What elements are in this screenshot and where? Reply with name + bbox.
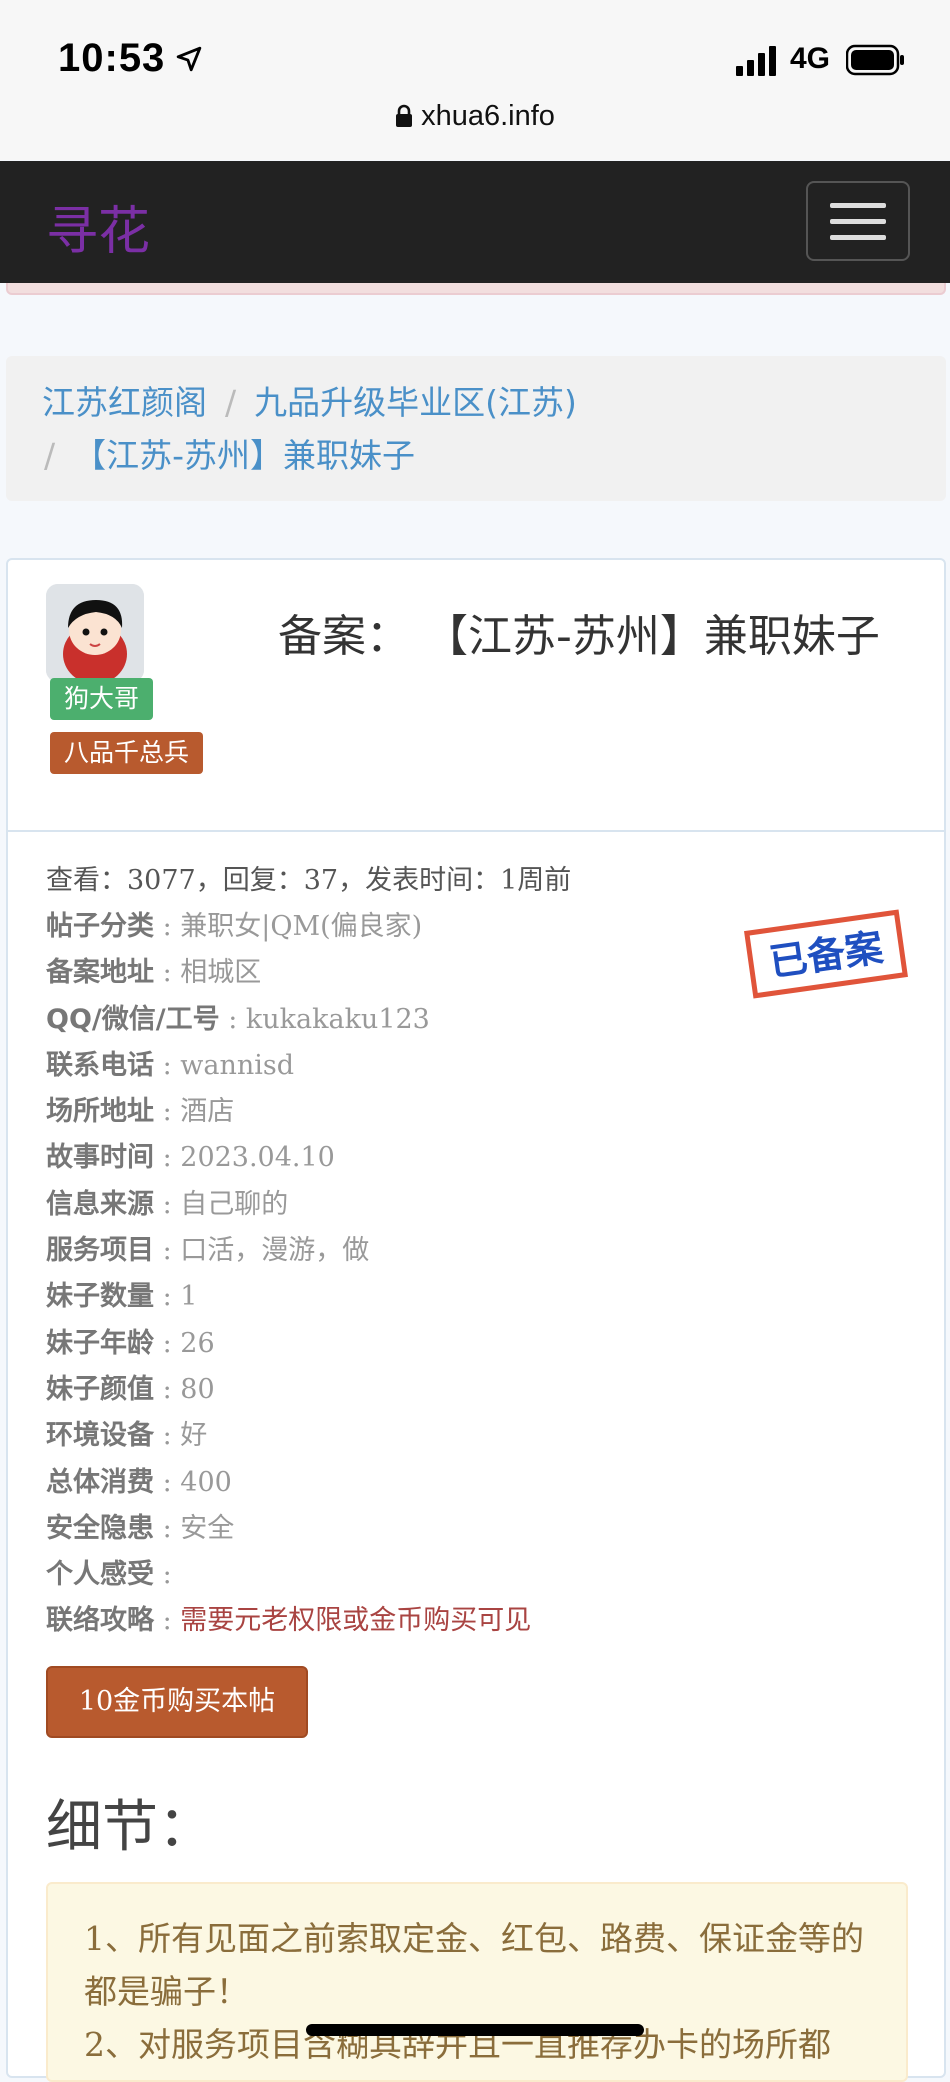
breadcrumb-item[interactable]: 江苏红颜阁	[42, 383, 207, 422]
field-value: 需要元老权限或金币购买可见	[180, 1605, 532, 1637]
field-key: 妹子数量	[46, 1281, 154, 1313]
field-key: 故事时间	[46, 1142, 154, 1174]
field-separator: :	[154, 1235, 181, 1267]
field-key: 联系电话	[46, 1049, 154, 1081]
battery-icon	[846, 44, 904, 76]
status-time: 10:53	[58, 36, 166, 80]
breadcrumb-separator: /	[44, 436, 56, 475]
field-value: 口活，漫游，做	[180, 1235, 370, 1267]
cellular-signal-icon	[736, 46, 776, 76]
field-key: 备案地址	[46, 957, 154, 989]
breadcrumb-item[interactable]: 【江苏-苏州】兼职妹子	[73, 436, 415, 475]
url-text: xhua6.info	[421, 100, 555, 132]
post-stats: 查看：3077，回复：37，发表时间：1周前	[46, 865, 572, 896]
post-field-row: 服务项目 : 口活，漫游，做	[46, 1228, 906, 1274]
post-field-row: 个人感受 :	[46, 1552, 906, 1598]
post-field-row: 故事时间 : 2023.04.10	[46, 1135, 906, 1181]
field-value: 酒店	[180, 1096, 235, 1128]
breadcrumb-separator: /	[225, 383, 237, 422]
post-field-row: 妹子颜值 : 80	[46, 1367, 906, 1413]
hamburger-icon	[830, 235, 886, 240]
warning-notice: 1、所有见面之前索取定金、红包、路费、保证金等的都是骗子！ 2、对服务项目含糊其…	[46, 1882, 908, 2082]
home-indicator	[306, 2024, 644, 2036]
field-value: 相城区	[180, 957, 262, 989]
post-title: 备案： 【江苏-苏州】兼职妹子	[278, 611, 880, 662]
field-separator: :	[154, 1327, 181, 1359]
navbar: 寻花	[0, 161, 950, 283]
location-arrow-icon	[176, 46, 202, 72]
field-key: 妹子颜值	[46, 1373, 154, 1405]
post-fields: 帖子分类 : 兼职女|QM(偏良家) 备案地址 : 相城区 QQ/微信/工号 : k…	[46, 904, 906, 1645]
address-bar[interactable]: xhua6.info	[0, 100, 950, 133]
post-field-row: 场所地址 : 酒店	[46, 1089, 906, 1135]
field-value: 兼职女|QM(偏良家)	[180, 911, 423, 942]
field-separator: :	[219, 1003, 246, 1035]
breadcrumb-item[interactable]: 九品升级毕业区(江苏)	[254, 383, 577, 422]
field-value: 安全	[180, 1512, 235, 1544]
alert-strip	[6, 283, 946, 295]
post-field-row: 信息来源 : 自己聊的	[46, 1182, 906, 1228]
post-field-row: 妹子年龄 : 26	[46, 1321, 906, 1367]
field-key: 总体消费	[46, 1466, 154, 1498]
field-value: 400	[180, 1466, 232, 1498]
post-field-row: 安全隐患 : 安全	[46, 1506, 906, 1552]
field-separator: :	[154, 1420, 181, 1452]
username-badge[interactable]: 狗大哥	[50, 678, 154, 720]
field-separator: :	[154, 1188, 181, 1220]
avatar-cartoon-icon	[46, 584, 144, 682]
post-header: 狗大哥 八品千总兵 备案： 【江苏-苏州】兼职妹子	[8, 560, 944, 832]
field-separator: :	[154, 1049, 181, 1081]
site-brand[interactable]: 寻花	[46, 189, 150, 264]
notice-line: 1、所有见面之前索取定金、红包、路费、保证金等的都是骗子！	[84, 1919, 864, 2011]
lock-icon	[396, 104, 413, 127]
field-key: 安全隐患	[46, 1512, 154, 1544]
field-key: 信息来源	[46, 1188, 154, 1220]
field-key: QQ/微信/工号	[46, 1003, 220, 1035]
user-rank-badge: 八品千总兵	[50, 732, 204, 774]
field-separator: :	[154, 1142, 181, 1174]
field-separator: :	[154, 957, 181, 989]
field-key: 联络攻略	[46, 1605, 154, 1637]
field-key: 场所地址	[46, 1096, 154, 1128]
field-key: 个人感受	[46, 1559, 154, 1591]
field-separator: :	[154, 1281, 181, 1313]
field-value: 80	[180, 1373, 215, 1405]
breadcrumb: 江苏红颜阁 / 九品升级毕业区(江苏) / 【江苏-苏州】兼职妹子	[6, 356, 946, 501]
field-separator: :	[154, 1605, 181, 1637]
post-field-row: 总体消费 : 400	[46, 1460, 906, 1506]
field-value: kukakaku123	[245, 1003, 430, 1035]
hamburger-icon	[830, 219, 886, 224]
field-key: 帖子分类	[46, 911, 154, 942]
post-field-row: 联系电话 : wannisd	[46, 1043, 906, 1089]
field-value: 26	[180, 1327, 215, 1359]
hamburger-icon	[830, 203, 886, 208]
buy-post-button[interactable]: 10金币购买本帖	[46, 1666, 308, 1738]
field-value: 好	[180, 1420, 208, 1452]
field-separator: :	[154, 1096, 181, 1128]
field-key: 妹子年龄	[46, 1327, 154, 1359]
network-type: 4G	[790, 42, 831, 75]
field-key: 环境设备	[46, 1420, 154, 1452]
field-value: 1	[180, 1281, 198, 1313]
post-field-row: 环境设备 : 好	[46, 1413, 906, 1459]
field-key: 服务项目	[46, 1235, 154, 1267]
field-value: 2023.04.10	[180, 1142, 335, 1174]
field-value: 自己聊的	[180, 1188, 289, 1220]
field-separator: :	[154, 1466, 181, 1498]
field-separator: :	[154, 911, 181, 942]
post-field-row: QQ/微信/工号 : kukakaku123	[46, 997, 906, 1043]
status-bar: 10:53 4G xhua6.info	[0, 0, 950, 160]
field-value: wannisd	[180, 1049, 295, 1081]
post-panel: 狗大哥 八品千总兵 备案： 【江苏-苏州】兼职妹子 查看：3077，回复：37，…	[6, 558, 946, 2082]
field-separator: :	[154, 1559, 172, 1591]
detail-heading: 细节：	[46, 1795, 214, 1860]
avatar[interactable]	[46, 584, 144, 682]
post-field-row: 妹子数量 : 1	[46, 1274, 906, 1320]
field-separator: :	[154, 1512, 181, 1544]
menu-toggle-button[interactable]	[806, 181, 910, 261]
field-separator: :	[154, 1373, 181, 1405]
post-field-row: 联络攻略 : 需要元老权限或金币购买可见	[46, 1598, 906, 1644]
